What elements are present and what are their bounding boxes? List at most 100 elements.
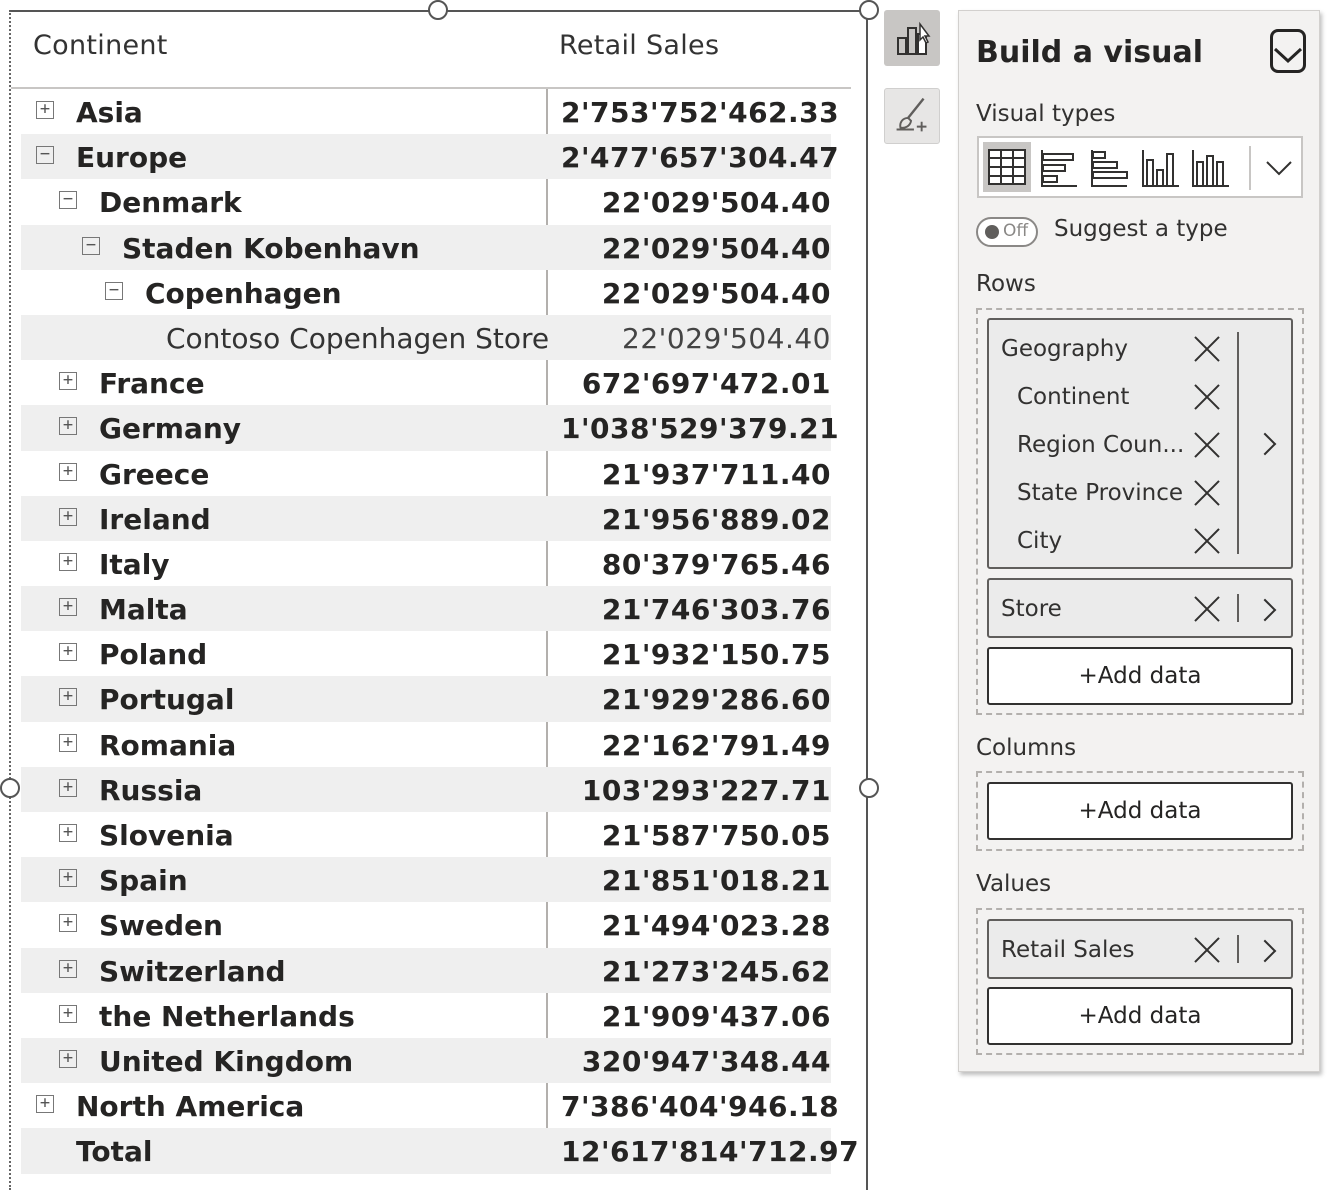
- chevron-right-icon[interactable]: [1253, 598, 1277, 622]
- expand-icon[interactable]: +: [59, 643, 77, 662]
- table-row[interactable]: + France 672'697'472.01: [21, 360, 831, 405]
- more-visual-types-button[interactable]: [1259, 146, 1299, 190]
- table-row[interactable]: Total 12'617'814'712.97: [21, 1128, 859, 1174]
- header-continent[interactable]: Continent: [33, 30, 168, 61]
- table-row[interactable]: − Copenhagen 22'029'504.40: [21, 270, 831, 315]
- table-row[interactable]: + Switzerland 21'273'245.62: [21, 947, 831, 993]
- format-visual-button[interactable]: [884, 88, 940, 144]
- row-label: Europe: [76, 141, 188, 175]
- expand-icon[interactable]: +: [59, 688, 77, 707]
- resize-handle-top-right[interactable]: [859, 0, 879, 20]
- values-add-data-button[interactable]: +Add data: [987, 987, 1293, 1045]
- field-city[interactable]: City: [1017, 528, 1062, 554]
- stacked-bar-button[interactable]: [1039, 148, 1079, 188]
- resize-handle-top[interactable]: [428, 0, 448, 20]
- clustered-column-button[interactable]: [1191, 148, 1231, 188]
- table-row[interactable]: + Slovenia 21'587'750.05: [21, 812, 831, 857]
- toggle-state: Off: [1003, 221, 1029, 241]
- row-value: 21'956'889.02: [601, 502, 831, 536]
- row-label: Greece: [99, 457, 210, 491]
- table-row[interactable]: − Staden Kobenhavn 22'029'504.40: [21, 224, 831, 270]
- retail-sales-field-pill[interactable]: Retail Sales: [987, 919, 1293, 979]
- remove-city-icon[interactable]: [1192, 526, 1222, 556]
- table-row[interactable]: + Italy 80'379'765.46: [21, 541, 831, 586]
- collapse-icon[interactable]: −: [82, 236, 100, 255]
- resize-handle-right[interactable]: [859, 778, 879, 798]
- expand-icon[interactable]: +: [59, 959, 77, 978]
- values-well: Retail Sales +Add data: [976, 908, 1304, 1055]
- expand-icon[interactable]: +: [59, 507, 77, 526]
- field-retail-sales[interactable]: Retail Sales: [1001, 937, 1135, 963]
- expand-icon[interactable]: +: [59, 1004, 77, 1023]
- expand-icon[interactable]: +: [36, 1095, 54, 1114]
- table-row[interactable]: + Poland 21'932'150.75: [21, 631, 831, 676]
- table-row[interactable]: + North America 7'386'404'946.18: [21, 1083, 839, 1128]
- table-row[interactable]: Contoso Copenhagen Store 22'029'504.40: [21, 314, 831, 361]
- expand-icon[interactable]: +: [59, 598, 77, 617]
- remove-region-country-icon[interactable]: [1192, 430, 1222, 460]
- pill-separator: [1237, 935, 1239, 963]
- field-store[interactable]: Store: [1001, 596, 1062, 622]
- field-state-province[interactable]: State Province: [1017, 480, 1183, 506]
- expand-icon[interactable]: +: [36, 101, 54, 119]
- row-value: 320'947'348.44: [581, 1044, 831, 1078]
- table-row[interactable]: + the Netherlands 21'909'437.06: [21, 993, 831, 1038]
- geography-hierarchy-pill[interactable]: Geography Continent Region Coun... State…: [987, 318, 1293, 569]
- table-row[interactable]: + Spain 21'851'018.21: [21, 857, 831, 903]
- field-region-country[interactable]: Region Coun...: [1017, 432, 1184, 458]
- remove-state-province-icon[interactable]: [1192, 478, 1222, 508]
- collapse-icon[interactable]: −: [36, 146, 54, 165]
- table-row[interactable]: + Greece 21'937'711.40: [21, 451, 831, 496]
- chevron-right-icon[interactable]: [1253, 939, 1277, 963]
- table-row[interactable]: + Asia 2'753'752'462.33: [21, 89, 839, 134]
- expand-icon[interactable]: +: [59, 552, 77, 571]
- matrix-header: Continent Retail Sales: [11, 12, 851, 89]
- table-row[interactable]: + United Kingdom 320'947'348.44: [21, 1037, 831, 1084]
- expand-icon[interactable]: +: [59, 417, 77, 436]
- field-continent[interactable]: Continent: [1017, 384, 1129, 410]
- expand-icon[interactable]: +: [59, 869, 77, 888]
- table-row[interactable]: + Romania 22'162'791.49: [21, 722, 831, 767]
- rows-add-data-button[interactable]: +Add data: [987, 647, 1293, 705]
- matrix-body: + Asia 2'753'752'462.33 − Europe 2'477'657'30…: [21, 89, 859, 1174]
- table-row[interactable]: + Ireland 21'956'889.02: [21, 495, 831, 541]
- table-visual-button[interactable]: [983, 142, 1031, 192]
- clustered-bar-button[interactable]: [1089, 148, 1129, 188]
- chevron-right-icon[interactable]: [1253, 432, 1277, 456]
- collapse-pane-button[interactable]: [1270, 29, 1306, 73]
- columns-add-data-button[interactable]: +Add data: [987, 782, 1293, 840]
- table-row[interactable]: − Denmark 22'029'504.40: [21, 179, 831, 224]
- row-label: Russia: [99, 773, 203, 807]
- row-value: 80'379'765.46: [601, 547, 831, 581]
- table-row[interactable]: + Malta 21'746'303.76: [21, 586, 831, 632]
- expand-icon[interactable]: +: [59, 824, 77, 842]
- build-visual-button[interactable]: [884, 10, 940, 66]
- row-value: 2'477'657'304.47: [561, 141, 840, 175]
- remove-geography-icon[interactable]: [1192, 334, 1222, 364]
- header-retail-sales[interactable]: Retail Sales: [559, 30, 719, 61]
- table-row[interactable]: + Sweden 21'494'023.28: [21, 902, 831, 947]
- remove-retail-sales-icon[interactable]: [1192, 935, 1222, 965]
- expand-icon[interactable]: +: [59, 733, 77, 752]
- matrix-visual[interactable]: Continent Retail Sales + Asia 2'753'752'46…: [9, 10, 868, 1190]
- columns-well: +Add data: [976, 771, 1304, 851]
- row-label: Poland: [99, 638, 208, 672]
- expand-icon[interactable]: +: [59, 462, 77, 481]
- store-field-pill[interactable]: Store: [987, 578, 1293, 638]
- table-row[interactable]: + Russia 103'293'227.71: [21, 766, 831, 812]
- stacked-column-button[interactable]: [1141, 148, 1181, 188]
- table-row[interactable]: + Germany 1'038'529'379.21: [21, 405, 839, 451]
- remove-store-icon[interactable]: [1192, 594, 1222, 624]
- field-geography[interactable]: Geography: [1001, 336, 1128, 362]
- collapse-icon[interactable]: −: [59, 191, 77, 210]
- suggest-type-toggle[interactable]: Off: [976, 217, 1038, 247]
- expand-icon[interactable]: +: [59, 1049, 77, 1068]
- expand-icon[interactable]: +: [59, 914, 77, 933]
- table-row[interactable]: + Portugal 21'929'286.60: [21, 676, 831, 722]
- collapse-icon[interactable]: −: [105, 281, 123, 300]
- table-row[interactable]: − Europe 2'477'657'304.47: [21, 134, 840, 180]
- remove-continent-icon[interactable]: [1192, 382, 1222, 412]
- resize-handle-left[interactable]: [0, 778, 20, 798]
- expand-icon[interactable]: +: [59, 372, 77, 391]
- expand-icon[interactable]: +: [59, 778, 77, 797]
